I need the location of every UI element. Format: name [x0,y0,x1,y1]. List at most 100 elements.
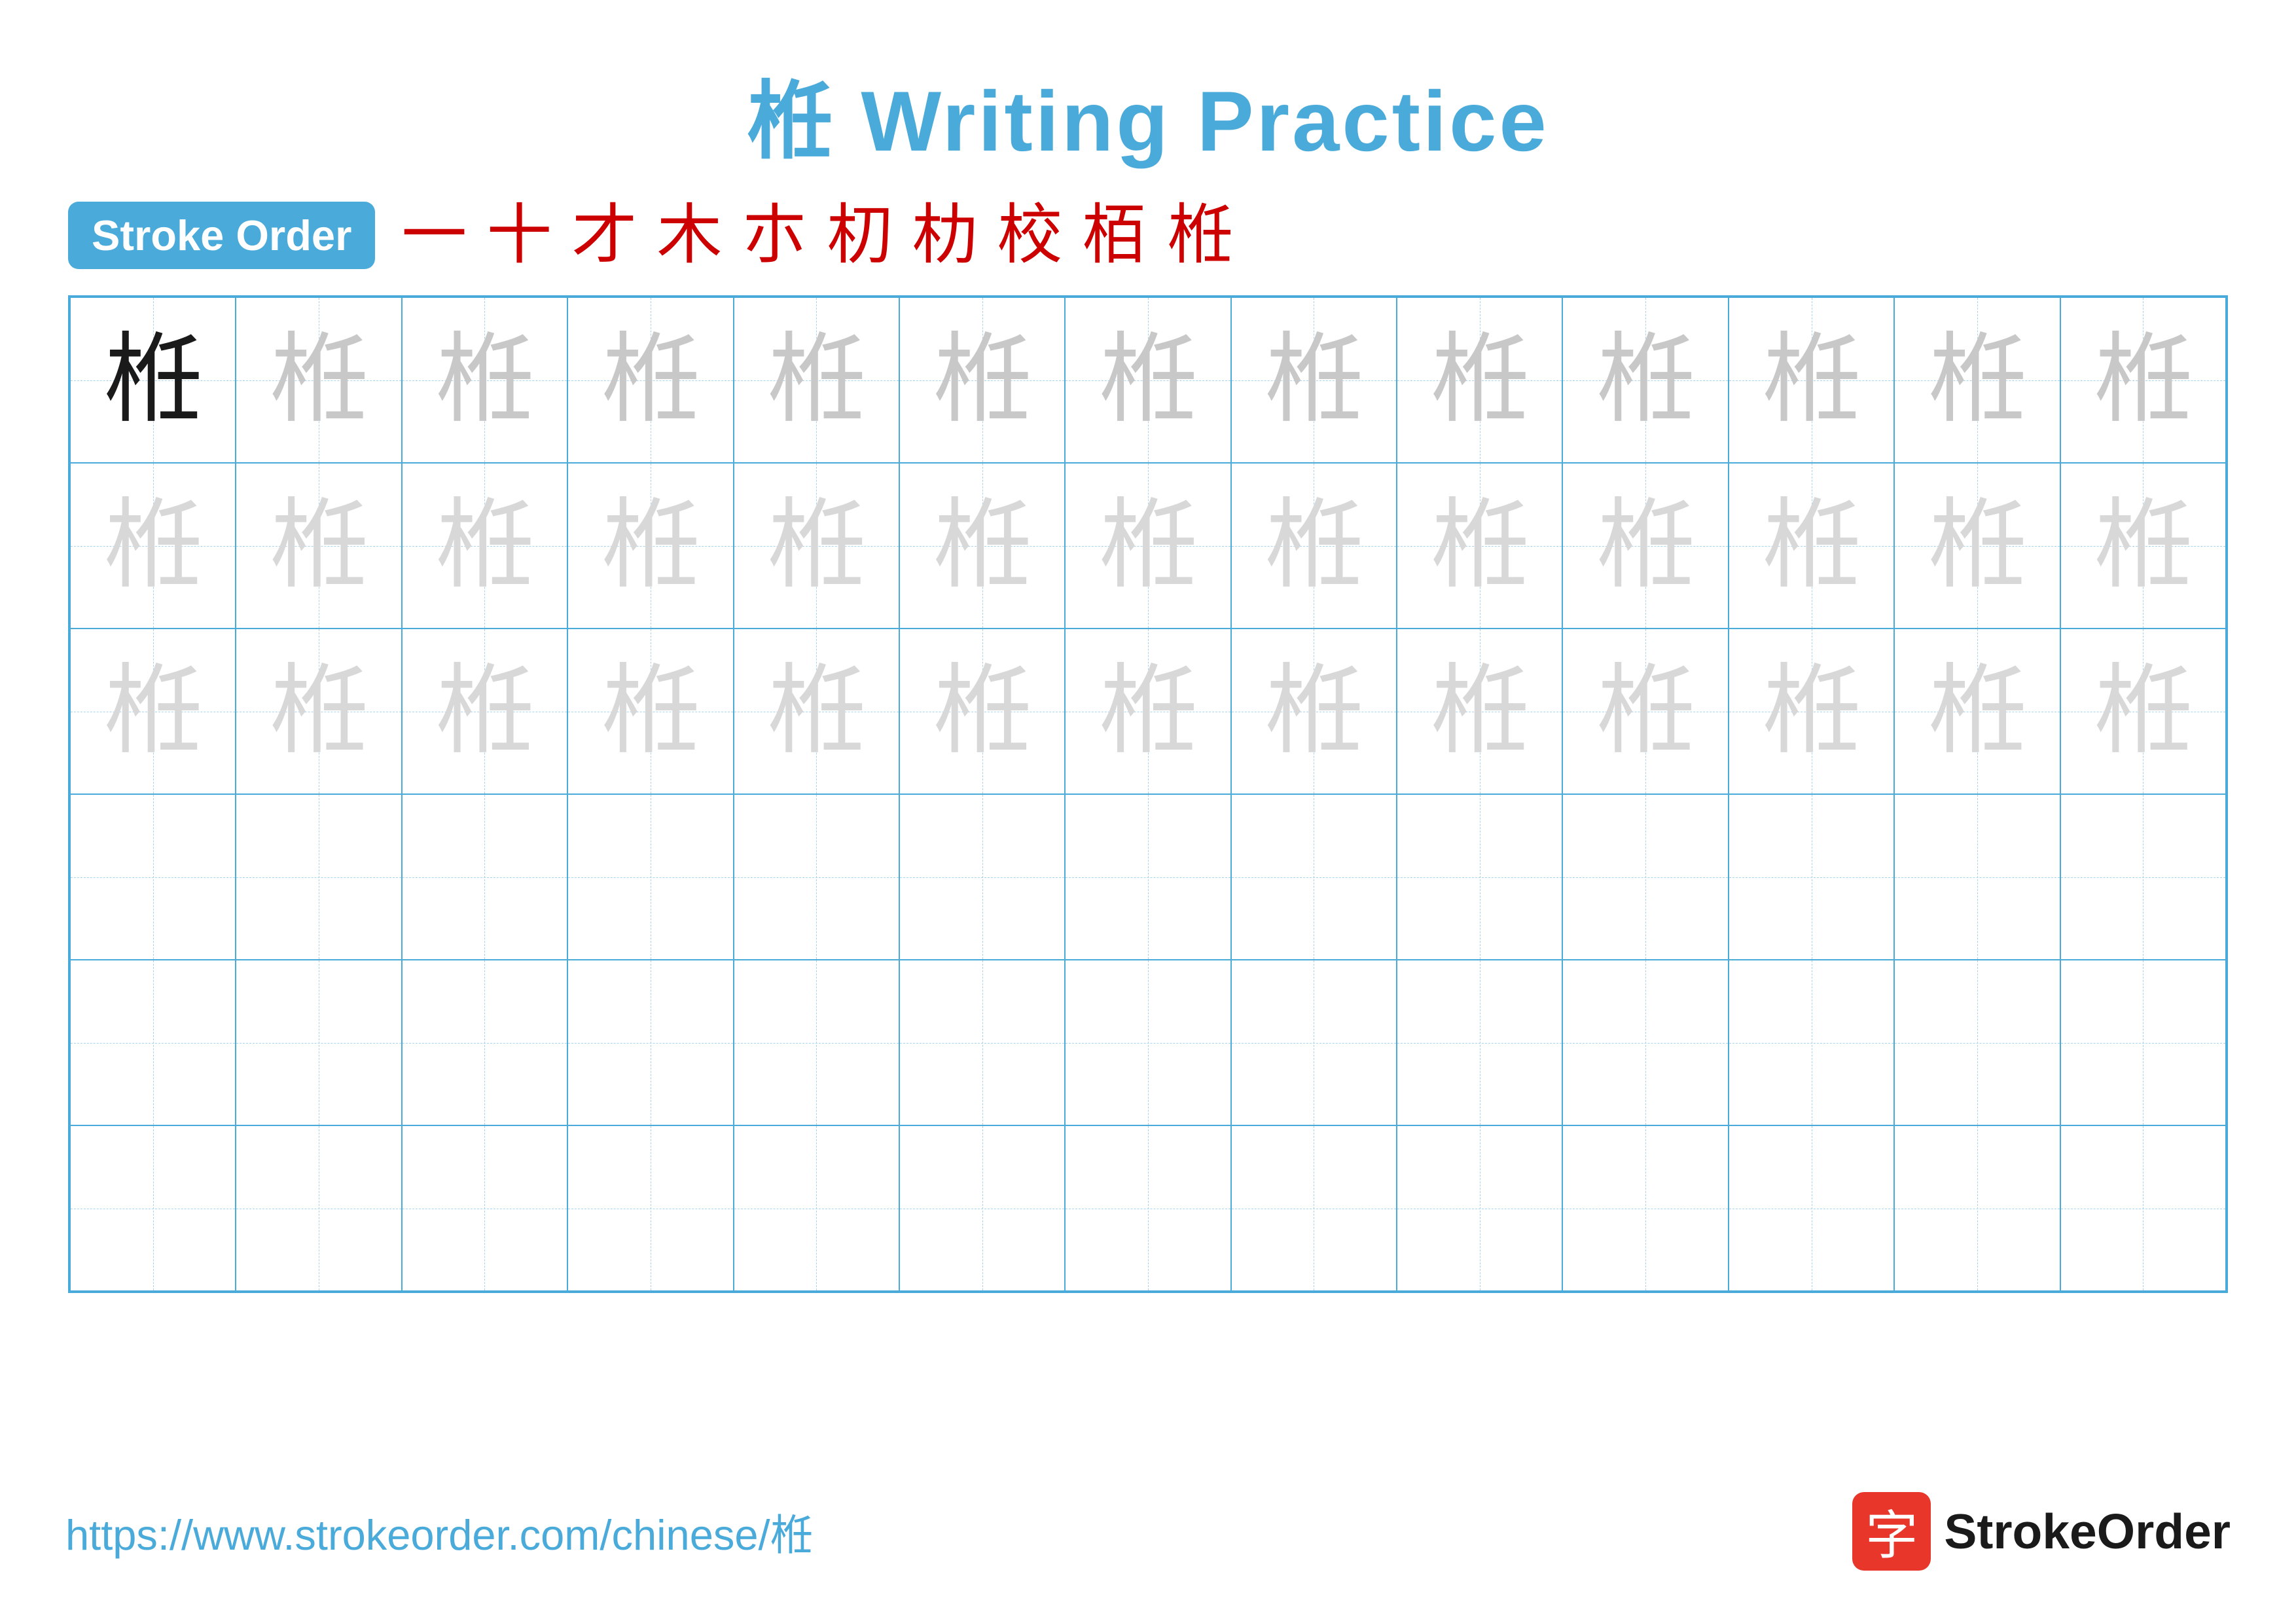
grid-cell [402,960,567,1125]
grid-character: 栣 [1265,497,1363,595]
stroke-sequence: 一 十 才 木 朩 朷 朸 校 栢 栣 [401,203,1232,268]
grid-cell: 栣 [1397,629,1562,794]
grid-cell [1729,794,1894,960]
grid-cell [1894,1125,2060,1291]
grid-character: 栣 [2094,331,2192,429]
grid-cell: 栣 [1231,629,1397,794]
grid-cell: 栣 [567,629,733,794]
footer-url: https://www.strokeorder.com/chinese/栣 [65,1501,813,1562]
grid-cell [899,794,1065,960]
grid-character: 栣 [933,331,1031,429]
grid-cell: 栣 [567,297,733,463]
grid-character: 栣 [1099,497,1197,595]
stroke-1: 一 [401,203,467,268]
grid-cell: 栣 [2060,297,2226,463]
grid-cell [899,960,1065,1125]
grid-cell: 栣 [70,463,236,629]
grid-cell: 栣 [1231,297,1397,463]
grid-cell [899,1125,1065,1291]
stroke-10: 栣 [1167,203,1232,268]
grid-cell: 栣 [1397,297,1562,463]
grid-character: 栣 [1763,663,1861,761]
grid-cell: 栣 [1065,463,1230,629]
grid-cell: 栣 [70,297,236,463]
stroke-7: 朸 [912,203,977,268]
grid-cell: 栣 [402,463,567,629]
grid-cell [1562,1125,1728,1291]
grid-character: 栣 [1763,497,1861,595]
grid-character: 栣 [601,663,700,761]
grid-cell [1231,794,1397,960]
grid-cell [2060,1125,2226,1291]
page: 栣 Writing Practice Stroke Order 一 十 才 木 … [0,0,2296,1623]
grid-character: 栣 [767,663,865,761]
grid-cell [1729,960,1894,1125]
grid-cell: 栣 [1894,297,2060,463]
grid-character: 栣 [1265,331,1363,429]
grid-cell: 栣 [2060,629,2226,794]
grid-cell: 栣 [734,463,899,629]
stroke-5: 朩 [742,203,807,268]
grid-character: 栣 [270,331,368,429]
grid-cell [2060,794,2226,960]
grid-character: 栣 [104,663,202,761]
grid-cell [1231,960,1397,1125]
grid-cell [1562,794,1728,960]
grid-character: 栣 [1928,663,2026,761]
grid-character: 栣 [1928,497,2026,595]
grid-cell: 栣 [1065,629,1230,794]
grid-cell: 栣 [236,463,401,629]
stroke-2: 十 [486,203,552,268]
grid-character: 栣 [933,497,1031,595]
grid-cell [1065,1125,1230,1291]
grid-cell: 栣 [899,297,1065,463]
grid-cell [1397,794,1562,960]
grid-cell [734,794,899,960]
grid-cell [1397,1125,1562,1291]
stroke-6: 朷 [827,203,892,268]
grid-character: 栣 [767,497,865,595]
grid-cell [70,960,236,1125]
grid-character: 栣 [435,663,533,761]
grid-character: 栣 [1431,331,1529,429]
grid-cell: 栣 [1894,463,2060,629]
grid-cell [70,1125,236,1291]
grid-cell: 栣 [1562,463,1728,629]
grid-cell: 栣 [899,463,1065,629]
grid-cell [402,1125,567,1291]
grid-cell: 栣 [402,629,567,794]
grid-character: 栣 [1596,331,1695,429]
grid-cell [402,794,567,960]
grid-character: 栣 [1763,331,1861,429]
grid-character: 栣 [1099,663,1197,761]
grid-cell: 栣 [2060,463,2226,629]
grid-character: 栣 [2094,663,2192,761]
grid-cell [1894,794,2060,960]
grid-cell: 栣 [1894,629,2060,794]
grid-character: 栣 [933,663,1031,761]
grid-cell: 栣 [1729,463,1894,629]
grid-cell: 栣 [1065,297,1230,463]
grid-character: 栣 [1431,497,1529,595]
grid-cell [734,960,899,1125]
grid-cell: 栣 [236,629,401,794]
footer-logo: 字 StrokeOrder [1852,1492,2231,1571]
grid-character: 栣 [435,331,533,429]
grid-character: 栣 [270,663,368,761]
stroke-4: 木 [656,203,722,268]
grid-cell [567,1125,733,1291]
grid-cell: 栣 [1231,463,1397,629]
grid-character: 栣 [1099,331,1197,429]
grid-character: 栣 [104,497,202,595]
grid-cell: 栣 [1729,629,1894,794]
grid-cell: 栣 [70,629,236,794]
grid-character: 栣 [2094,497,2192,595]
grid-cell [1397,960,1562,1125]
grid-cell: 栣 [734,629,899,794]
grid-character: 栣 [435,497,533,595]
footer: https://www.strokeorder.com/chinese/栣 字 … [65,1492,2231,1571]
grid-character: 栣 [1596,663,1695,761]
logo-icon: 字 [1852,1492,1931,1571]
grid-cell: 栣 [899,629,1065,794]
stroke-order-row: Stroke Order 一 十 才 木 朩 朷 朸 校 栢 栣 [68,202,2228,269]
